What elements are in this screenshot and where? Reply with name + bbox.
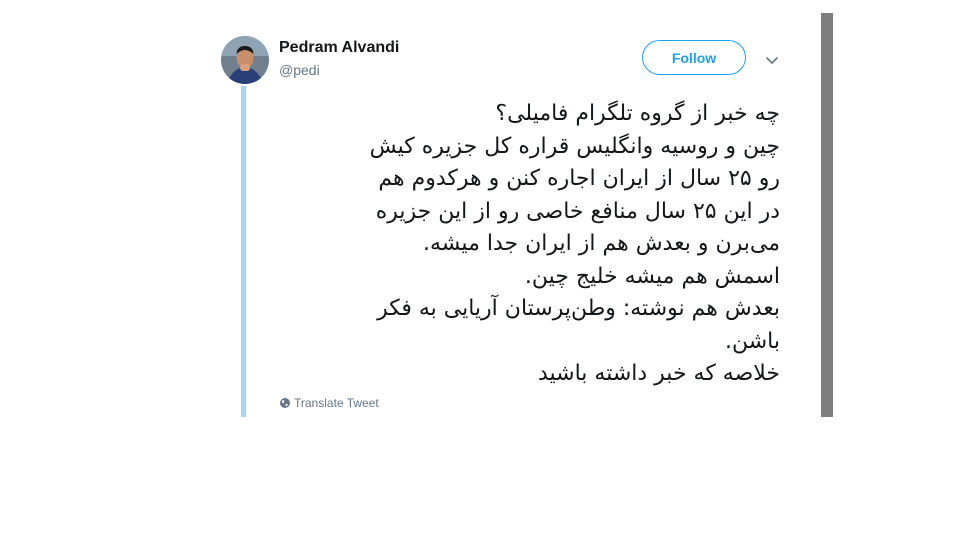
scrollbar[interactable] (821, 13, 833, 417)
tweet-text-line: می‌برن و بعدش هم از ایران جدا میشه. (423, 231, 780, 256)
thread-line (241, 86, 246, 417)
profile-photo-icon (221, 36, 269, 84)
tweet-text-line: چین و روسیه وانگلیس قراره کل جزیره کیش (369, 133, 780, 159)
globe-icon (280, 398, 290, 408)
translate-tweet-link[interactable]: Translate Tweet (279, 396, 379, 410)
tweet-text-line: بعدش هم نوشته: وطن‌پرستان آریایی به فکر (377, 296, 780, 321)
tweet-text-line: باشن. (725, 328, 780, 354)
author-handle[interactable]: @pedi (279, 62, 320, 78)
chevron-down-icon[interactable] (764, 52, 780, 68)
tweet-text-line: خلاصه که خبر داشته باشید (537, 361, 780, 386)
tweet-text: چه خبر از گروه تلگرام فامیلی؟ چین و روسی… (270, 98, 780, 391)
avatar[interactable] (221, 36, 269, 84)
translate-tweet-label: Translate Tweet (294, 396, 379, 410)
tweet-text-line: چه خبر از گروه تلگرام فامیلی؟ (495, 101, 780, 126)
tweet-text-line: در این ۲۵ سال منافع خاصی رو از این جزیره (375, 198, 780, 224)
author-display-name[interactable]: Pedram Alvandi (279, 39, 399, 57)
tweet-text-line: رو ۲۵ سال از ایران اجاره کنن و هرکدوم هم (378, 166, 780, 191)
follow-button[interactable]: Follow (642, 40, 746, 75)
tweet-text-line: اسمش هم میشه خلیج چین. (524, 263, 780, 289)
